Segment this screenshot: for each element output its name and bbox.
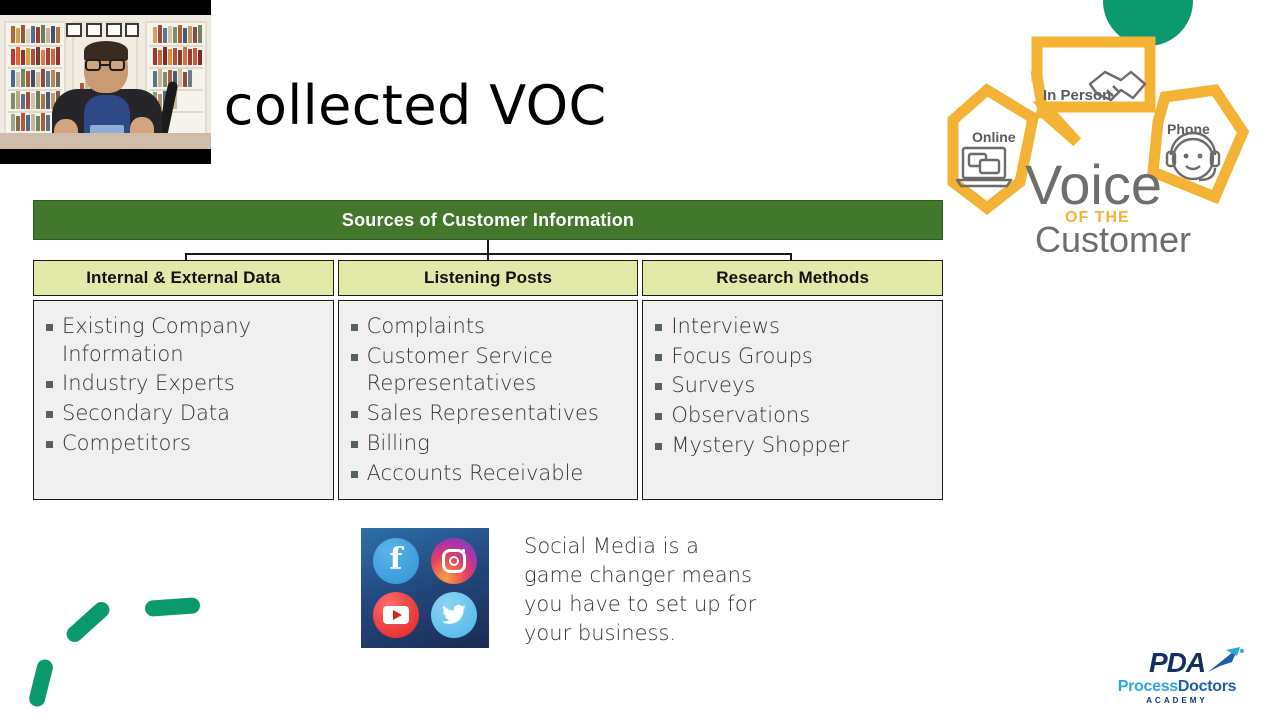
column-heading-label: Internal & External Data: [86, 268, 281, 287]
bubble-label-online: Online: [972, 129, 1016, 145]
list-item-label: Complaints: [366, 314, 485, 338]
bullet-square-icon: [655, 442, 663, 450]
bullet-square-icon: [350, 411, 358, 419]
list-item-label: Secondary Data: [62, 401, 231, 426]
pda-name-part2: Doctors: [1177, 678, 1237, 695]
bullet-square-icon: [46, 411, 53, 419]
voice-of-customer-logo: In Person Online Phone Voice OF THE Cust…: [925, 22, 1270, 252]
bullet-square-icon: [350, 470, 358, 478]
connector-horizontal: [185, 253, 792, 255]
bullet-square-icon: [655, 324, 663, 331]
list-item: Competitors: [46, 430, 323, 458]
pda-name: ProcessDoctors: [1112, 678, 1242, 695]
list-item-label: Existing Company Information: [62, 314, 252, 366]
connector-vertical-top: [487, 240, 489, 254]
connector-vertical-left: [185, 253, 187, 261]
diagram-columns-row: Existing Company Information Industry Ex…: [33, 300, 944, 501]
bullet-square-icon: [350, 324, 358, 331]
list-item: Secondary Data: [46, 400, 323, 428]
column-body-internal-external-data: Existing Company Information Industry Ex…: [33, 300, 334, 501]
list-item-label: Mystery Shopper: [671, 432, 850, 457]
instagram-icon: [431, 538, 477, 584]
sources-of-customer-information-diagram: Sources of Customer Information Internal…: [33, 200, 944, 501]
bullet-list: Interviews Focus Groups Surveys Observat…: [655, 313, 932, 460]
list-item: Billing: [350, 430, 628, 458]
list-item-label: Customer Service Representatives: [366, 343, 553, 396]
youtube-icon: [373, 592, 419, 638]
diagram-connector-lines: [33, 240, 943, 261]
list-item: Mystery Shopper: [655, 432, 932, 460]
diagram-header-bar: Sources of Customer Information: [33, 200, 943, 240]
bullet-square-icon: [350, 440, 358, 448]
list-item-label: Competitors: [62, 430, 191, 455]
bullet-list: Complaints Customer Service Representati…: [350, 313, 628, 488]
voc-word-customer: Customer: [1035, 219, 1191, 252]
list-item-label: Sales Representatives: [366, 401, 599, 426]
twitter-icon: [431, 592, 477, 638]
bullet-list: Existing Company Information Industry Ex…: [46, 313, 323, 458]
list-item: Sales Representatives: [350, 400, 628, 428]
phone-bubble: [1147, 84, 1250, 205]
list-item-label: Accounts Receivable: [366, 460, 584, 485]
list-item: Surveys: [655, 372, 932, 400]
list-item: Customer Service Representatives: [350, 343, 628, 398]
social-media-icons-image: f: [361, 528, 489, 648]
list-item: Industry Experts: [46, 370, 323, 398]
teal-arc-segment-2: [63, 598, 113, 646]
handshake-icon: [1088, 70, 1147, 102]
laptop-chat-icon: [955, 146, 1013, 188]
bullet-square-icon: [46, 381, 53, 389]
column-heading-label: Research Methods: [716, 268, 870, 287]
list-item-label: Interviews: [671, 314, 780, 338]
pda-swoosh-icon: [1208, 647, 1244, 672]
teal-arc-segment-1: [144, 597, 201, 617]
list-item-label: Surveys: [671, 373, 756, 398]
bullet-square-icon: [350, 353, 358, 361]
bullet-square-icon: [655, 383, 663, 391]
connector-vertical-right: [790, 253, 792, 261]
column-body-listening-posts: Complaints Customer Service Representati…: [337, 300, 639, 501]
teal-arc-segment-3: [27, 657, 55, 709]
column-heading-listening-posts: Listening Posts: [337, 260, 639, 296]
bullet-square-icon: [46, 324, 53, 331]
list-item-label: Observations: [671, 403, 811, 428]
facebook-icon: f: [373, 538, 419, 584]
list-item: Accounts Receivable: [350, 460, 628, 488]
headset-agent-icon: [1165, 131, 1221, 182]
desk-surface: [0, 133, 211, 149]
pda-name-part1: Process: [1117, 678, 1178, 695]
pda-tagline: ACADEMY: [1146, 696, 1208, 705]
column-heading-internal-external-data: Internal & External Data: [33, 260, 334, 296]
diagram-header-label: Sources of Customer Information: [341, 209, 635, 230]
list-item-label: Focus Groups: [671, 343, 813, 368]
webcam-video-frame: [0, 15, 211, 149]
list-item: Interviews: [655, 313, 932, 341]
bullet-square-icon: [655, 413, 663, 421]
list-item: Observations: [655, 402, 932, 430]
presenter-hair: [84, 41, 128, 61]
bullet-square-icon: [46, 440, 53, 448]
list-item: Focus Groups: [655, 343, 932, 371]
list-item: Existing Company Information: [46, 313, 323, 368]
list-item: Complaints: [350, 313, 628, 341]
bullet-square-icon: [655, 353, 663, 361]
list-item-label: Billing: [366, 430, 430, 455]
voc-word-voice: Voice: [1025, 153, 1162, 216]
presenter-glasses: [85, 59, 127, 71]
connector-vertical-center: [487, 253, 489, 261]
pda-mark: PDA: [1148, 647, 1206, 678]
wall-picture-frames: [66, 23, 140, 40]
presenter-webcam-overlay[interactable]: [0, 0, 211, 164]
column-heading-label: Listening Posts: [423, 268, 553, 287]
pda-academy-logo: PDA ProcessDoctors ACADEMY: [1112, 647, 1244, 706]
column-body-research-methods: Interviews Focus Groups Surveys Observat…: [642, 300, 944, 501]
social-media-caption: Social Media is a game changer means you…: [524, 534, 757, 645]
diagram-subheader-row: Internal & External Data Listening Posts…: [33, 260, 944, 296]
list-item-label: Industry Experts: [62, 371, 235, 396]
column-heading-research-methods: Research Methods: [642, 260, 944, 296]
